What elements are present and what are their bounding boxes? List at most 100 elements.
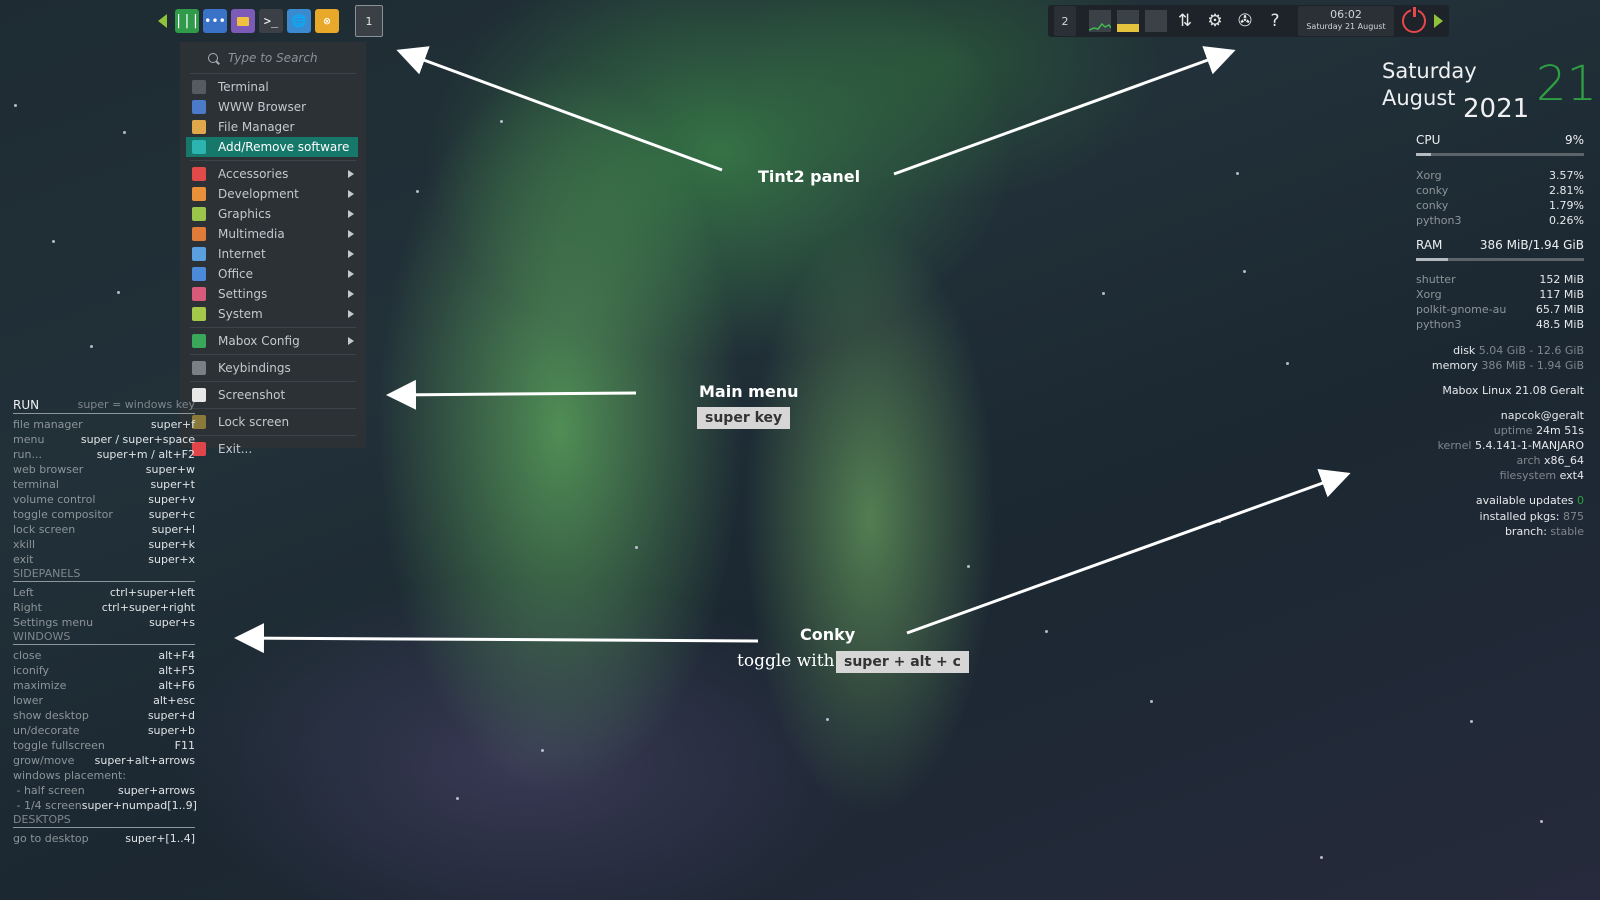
- section-note: super = windows key: [77, 398, 195, 411]
- shortcut-keys: ctrl+super+left: [109, 586, 195, 599]
- shortcut-row: grow/move super+alt+arrows: [13, 753, 195, 768]
- cpu-label: CPU: [1416, 133, 1441, 147]
- shortcut-keys: super+k: [148, 538, 195, 551]
- ram-label: RAM: [1416, 238, 1443, 252]
- conky-label: Conky: [800, 625, 856, 644]
- shortcut-action: volume control: [13, 493, 96, 506]
- ram-bar-fill: [1416, 258, 1448, 261]
- shortcut-row: lock screen super+l: [13, 522, 195, 537]
- shortcut-keys: alt+esc: [153, 694, 195, 707]
- shortcut-keys: super+w: [145, 463, 195, 476]
- arrow-to-right-conky: [906, 469, 1351, 635]
- shortcut-row: Settings menu super+s: [13, 615, 195, 630]
- shortcut-action: exit: [13, 553, 34, 566]
- shortcut-action: run...: [13, 448, 42, 461]
- section-sidepanels: SIDEPANELS: [13, 567, 195, 582]
- shortcut-row: toggle fullscreen F11: [13, 738, 195, 753]
- updates-value: 0: [1577, 494, 1584, 507]
- conky-day: Saturday: [1382, 59, 1477, 83]
- shortcut-row: show desktop super+d: [13, 708, 195, 723]
- section-title: RUN: [13, 398, 40, 412]
- filesystem-value: ext4: [1559, 469, 1584, 482]
- shortcut-keys: super / super+space: [80, 433, 195, 446]
- process-row: conky 2.81%: [1416, 183, 1584, 198]
- filesystem-label: filesystem: [1499, 469, 1557, 482]
- shortcut-row: Right ctrl+super+right: [13, 600, 195, 615]
- memory-label: memory: [1431, 359, 1478, 372]
- shortcut-row: file manager super+f: [13, 417, 195, 432]
- process-name: python3: [1416, 318, 1462, 331]
- disk-value: 5.04 GiB - 12.6 GiB: [1478, 344, 1584, 357]
- tint2-panel-label: Tint2 panel: [758, 167, 861, 186]
- section-title: DESKTOPS: [13, 813, 71, 826]
- pkgs-label: installed pkgs:: [1479, 510, 1560, 523]
- shortcut-row: - half screen super+arrows: [13, 783, 195, 798]
- section-title: WINDOWS: [13, 630, 71, 643]
- toggle-with-label: toggle with: [737, 651, 835, 671]
- cpu-header: CPU 9%: [1416, 133, 1584, 147]
- shortcut-action: Right: [13, 601, 42, 614]
- conky-year: 2021: [1463, 94, 1530, 124]
- section-desktops: DESKTOPS: [13, 813, 195, 828]
- shortcut-keys: alt+F5: [158, 664, 195, 677]
- shortcut-keys: super+d: [147, 709, 195, 722]
- uptime-label: uptime: [1493, 424, 1533, 437]
- shortcut-action: grow/move: [13, 754, 75, 767]
- process-usage: 152 MiB: [1539, 273, 1584, 286]
- updates-label: available updates: [1475, 494, 1574, 507]
- shortcut-action: file manager: [13, 418, 83, 431]
- shortcut-action: menu: [13, 433, 45, 446]
- arrow-to-left-conky: [234, 623, 759, 654]
- process-name: conky: [1416, 184, 1449, 197]
- pkgs-value: 875: [1563, 510, 1584, 523]
- shortcut-action: go to desktop: [13, 832, 89, 845]
- process-row: Xorg 3.57%: [1416, 168, 1584, 183]
- process-usage: 117 MiB: [1539, 288, 1584, 301]
- disk-row: disk 5.04 GiB - 12.6 GiB: [1453, 343, 1584, 358]
- super-key-badge: super key: [697, 407, 791, 429]
- shortcut-keys: ctrl+super+right: [101, 601, 195, 614]
- shortcut-keys: super+m / alt+F2: [96, 448, 195, 461]
- shortcut-action: - 1/4 screen: [13, 799, 82, 812]
- shortcut-action: lower: [13, 694, 44, 707]
- process-row: python3 0.26%: [1416, 213, 1584, 228]
- shortcut-row: terminal super+t: [13, 477, 195, 492]
- branch-value: stable: [1550, 525, 1584, 538]
- uptime-value: 24m 51s: [1536, 424, 1584, 437]
- shortcut-action: toggle compositor: [13, 508, 113, 521]
- arch-label: arch: [1516, 454, 1541, 467]
- shortcut-keys: super+v: [148, 493, 195, 506]
- process-row: Xorg 117 MiB: [1416, 287, 1584, 302]
- memory-value: 386 MiB - 1.94 GiB: [1481, 359, 1584, 372]
- kernel-label: kernel: [1437, 439, 1472, 452]
- shortcut-keys: super+b: [147, 724, 195, 737]
- shortcut-action: un/decorate: [13, 724, 80, 737]
- shortcut-row: toggle compositor super+c: [13, 507, 195, 522]
- shortcut-row: windows placement:: [13, 768, 195, 783]
- shortcut-action: iconify: [13, 664, 50, 677]
- main-menu-label: Main menu: [699, 382, 799, 401]
- process-usage: 65.7 MiB: [1535, 303, 1584, 316]
- shortcut-row: volume control super+v: [13, 492, 195, 507]
- shortcut-row: close alt+F4: [13, 648, 195, 663]
- process-row: python3 48.5 MiB: [1416, 317, 1584, 332]
- shortcut-row: iconify alt+F5: [13, 663, 195, 678]
- shortcut-action: windows placement:: [13, 769, 127, 782]
- left-conky: RUN super = windows key file manager super+…: [13, 398, 197, 846]
- shortcut-action: xkill: [13, 538, 36, 551]
- shortcut-keys: super+t: [150, 478, 195, 491]
- shortcut-keys: F11: [174, 739, 195, 752]
- shortcut-keys: super+c: [148, 508, 195, 521]
- user-host: napcok@geralt: [1500, 409, 1584, 422]
- annotation-arrows: [234, 46, 1351, 654]
- shortcut-keys: alt+F6: [158, 679, 195, 692]
- shortcut-row: menu super / super+space: [13, 432, 195, 447]
- kernel-value: 5.4.141-1-MANJARO: [1474, 439, 1584, 452]
- shortcut-action: lock screen: [13, 523, 76, 536]
- process-name: conky: [1416, 199, 1449, 212]
- shortcut-row: maximize alt+F6: [13, 678, 195, 693]
- memory-row: memory 386 MiB - 1.94 GiB: [1432, 358, 1584, 373]
- shortcut-action: maximize: [13, 679, 67, 692]
- shortcut-keys: super+s: [149, 616, 195, 629]
- shortcut-action: web browser: [13, 463, 84, 476]
